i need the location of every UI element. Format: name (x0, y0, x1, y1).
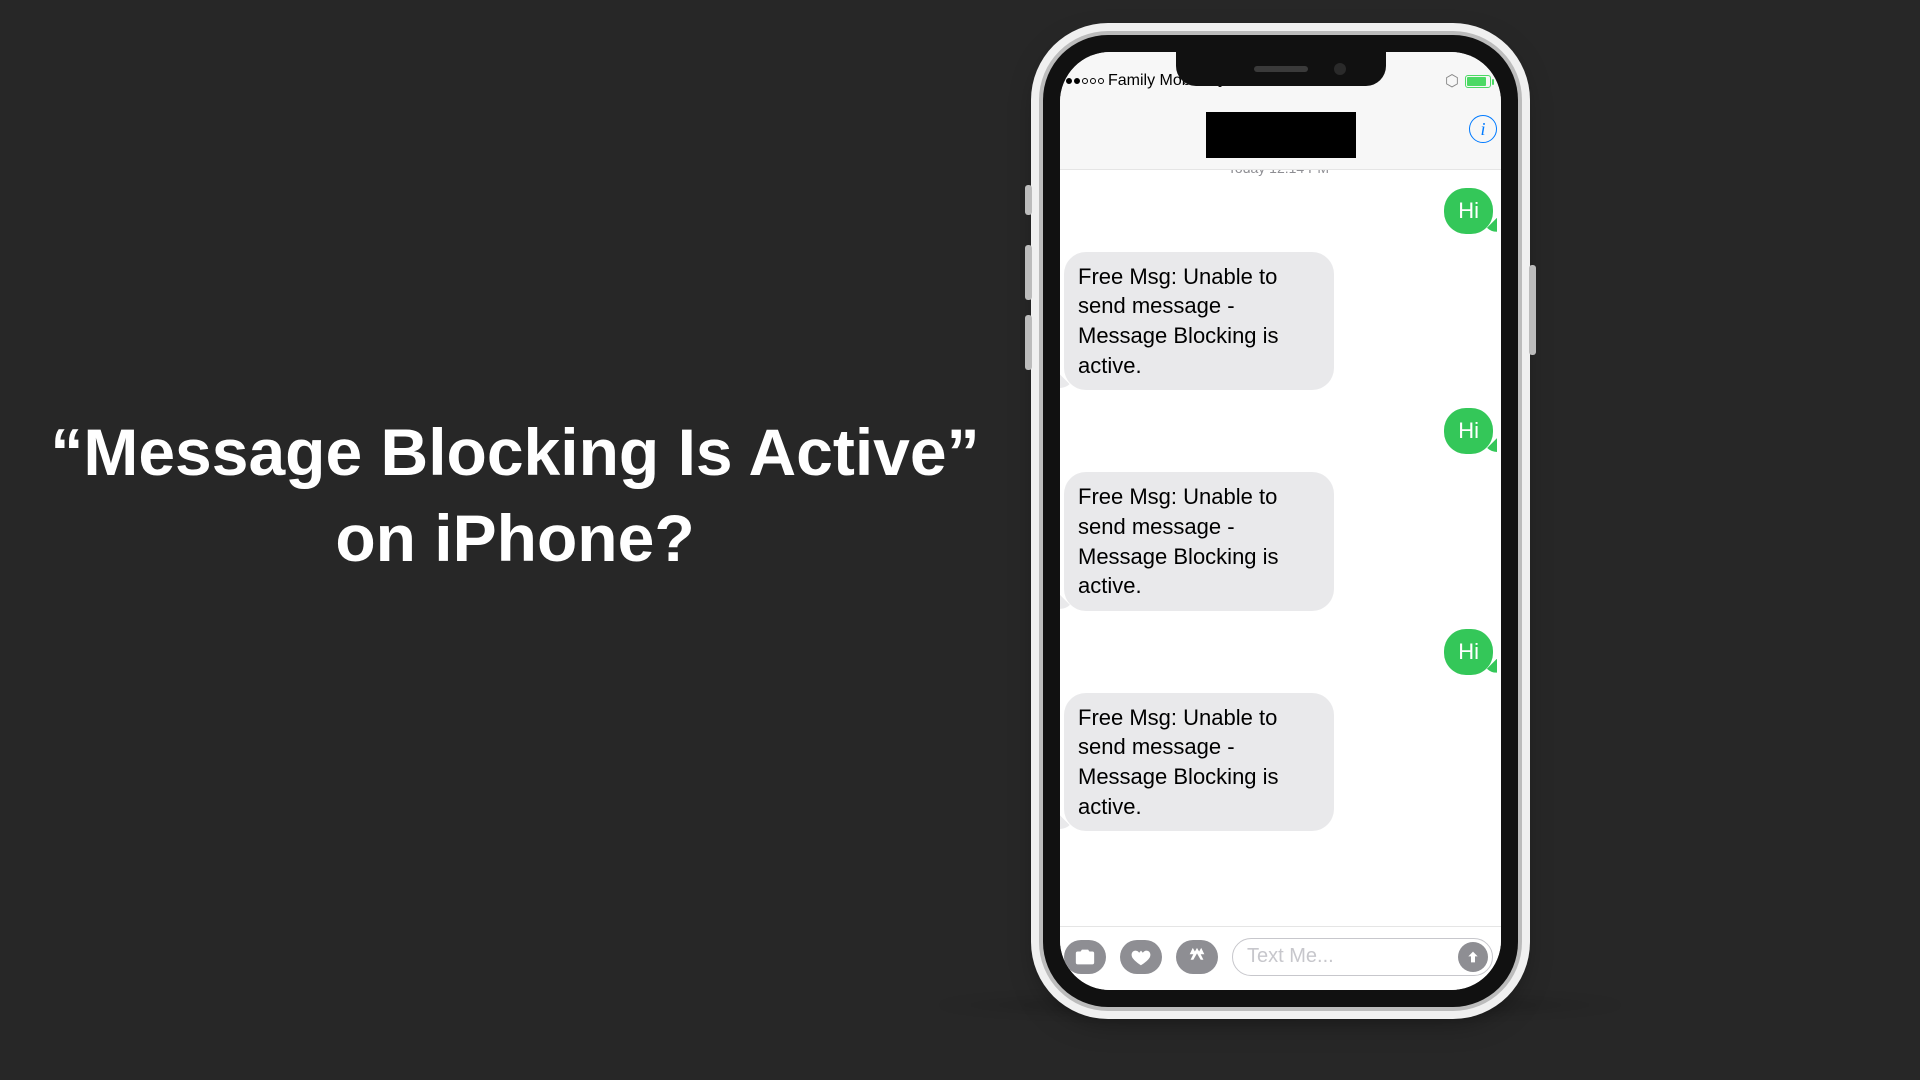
digital-touch-button[interactable] (1120, 940, 1162, 974)
power-button[interactable] (1529, 265, 1536, 355)
message-row: Hi (1064, 408, 1493, 454)
signal-strength-icon (1066, 78, 1104, 84)
message-input-placeholder: Text Me... (1247, 945, 1334, 968)
messages-scroll-area[interactable]: Today 12:14 PM Hi Free Msg: Unable to se… (1060, 170, 1501, 926)
headline-line-1: “Message Blocking Is Active” (50, 415, 979, 489)
appstore-icon (1186, 946, 1208, 968)
headline-line-2: on iPhone? (335, 501, 694, 575)
send-button[interactable] (1458, 942, 1488, 972)
bluetooth-icon: ⬡ (1445, 71, 1459, 91)
notch (1176, 52, 1386, 86)
volume-up-button[interactable] (1025, 245, 1032, 300)
incoming-message-bubble[interactable]: Free Msg: Unable to send message - Messa… (1064, 252, 1334, 391)
phone-screen: Family Mobile 1:17 PM ⬡ i Today 12:14 PM… (1060, 52, 1501, 990)
message-input[interactable]: Text Me... (1232, 938, 1493, 976)
conversation-info-button[interactable]: i (1469, 115, 1497, 143)
mute-switch[interactable] (1025, 185, 1032, 215)
volume-down-button[interactable] (1025, 315, 1032, 370)
phone-frame: Family Mobile 1:17 PM ⬡ i Today 12:14 PM… (1043, 35, 1518, 1007)
page-title: “Message Blocking Is Active” on iPhone? (35, 410, 995, 582)
incoming-message-bubble[interactable]: Free Msg: Unable to send message - Messa… (1064, 472, 1334, 611)
camera-icon (1074, 946, 1096, 968)
message-row: Free Msg: Unable to send message - Messa… (1064, 252, 1493, 391)
message-row: Hi (1064, 629, 1493, 675)
battery-icon (1465, 75, 1491, 88)
outgoing-message-bubble[interactable]: Hi (1444, 629, 1493, 675)
message-row: Hi (1064, 188, 1493, 234)
app-store-button[interactable] (1176, 940, 1218, 974)
conversation-nav-bar (1060, 100, 1501, 170)
compose-bar: Text Me... (1060, 926, 1501, 990)
message-row: Free Msg: Unable to send message - Messa… (1064, 472, 1493, 611)
contact-name-redacted (1206, 112, 1356, 158)
arrow-up-icon (1465, 949, 1481, 965)
front-camera (1334, 63, 1346, 75)
incoming-message-bubble[interactable]: Free Msg: Unable to send message - Messa… (1064, 693, 1334, 832)
speaker-grille (1254, 66, 1308, 72)
heart-fingers-icon (1130, 946, 1152, 968)
camera-button[interactable] (1064, 940, 1106, 974)
info-icon: i (1480, 119, 1485, 140)
message-row: Free Msg: Unable to send message - Messa… (1064, 693, 1493, 832)
outgoing-message-bubble[interactable]: Hi (1444, 408, 1493, 454)
conversation-timestamp: Today 12:14 PM (1064, 170, 1493, 176)
outgoing-message-bubble[interactable]: Hi (1444, 188, 1493, 234)
